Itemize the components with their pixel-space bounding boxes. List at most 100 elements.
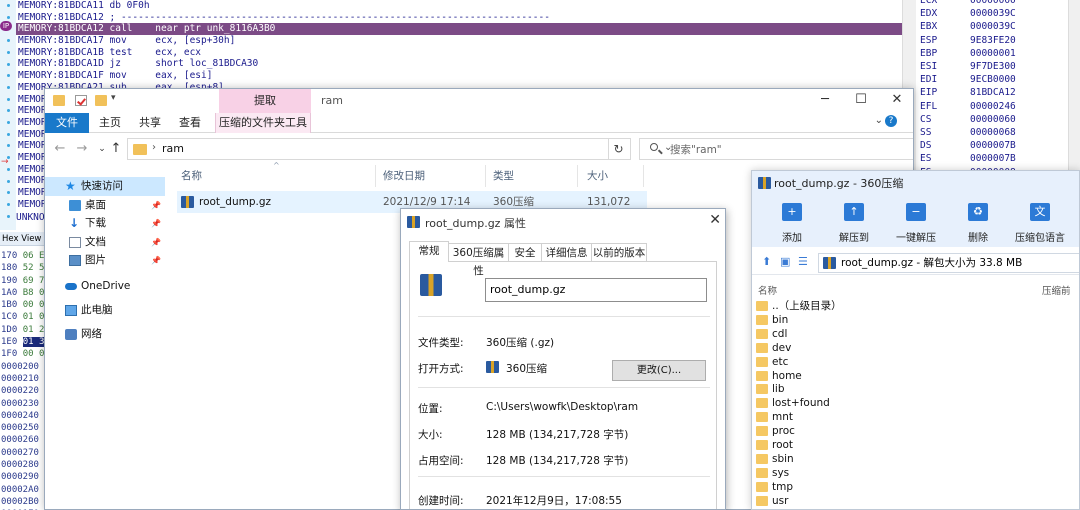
hex-row[interactable]: 1B0 00 0 <box>0 299 44 311</box>
up-level-icon[interactable]: ⬆ <box>762 255 771 268</box>
up-button[interactable]: ↑ <box>109 141 123 157</box>
hex-row[interactable]: 0000210 <box>0 373 44 385</box>
maximize-button[interactable]: ☐ <box>845 89 877 113</box>
asm-line[interactable]: MEMORY:81BDCA11 db 0F0h <box>16 0 902 12</box>
hex-row[interactable]: 0000250 <box>0 422 44 434</box>
dialog-close-button[interactable]: ✕ <box>709 212 721 228</box>
hex-row[interactable]: 0000280 <box>0 459 44 471</box>
asm-line[interactable]: MEMORY:81BDCA17 mov ecx, [esp+30h] <box>16 35 902 47</box>
register-row[interactable]: SS 00000068 <box>916 127 1066 140</box>
hex-row[interactable]: 190 69 7 <box>0 275 44 287</box>
column-modified[interactable]: 修改日期 <box>383 165 425 187</box>
nav-item[interactable]: ★ 快速访问 <box>45 177 165 196</box>
back-button[interactable]: ← <box>53 141 67 157</box>
zip-column-name[interactable]: 名称 <box>758 283 777 297</box>
hex-row[interactable]: 0000230 <box>0 398 44 410</box>
list-view-icon[interactable]: ☰ <box>798 255 808 268</box>
hex-row[interactable]: 1E0 01 3 <box>0 336 44 348</box>
hex-row[interactable]: 0000240 <box>0 410 44 422</box>
column-size[interactable]: 大小 <box>587 165 608 187</box>
tab-home[interactable]: 主页 <box>93 113 127 133</box>
column-type[interactable]: 类型 <box>493 165 514 187</box>
recent-dropdown-icon[interactable]: ⌄ <box>95 141 109 157</box>
register-row[interactable]: EIP 81BDCA12 <box>916 87 1066 100</box>
registers-panel[interactable]: ECX 00000000 EDX 0000039C EBX 0000039C ESP 9E83… <box>916 0 1080 180</box>
tab-previous-versions[interactable]: 以前的版本 <box>591 243 647 261</box>
nav-item[interactable]: 网络 <box>45 325 165 344</box>
zip-tool-button[interactable]: ♻ 删除 <box>948 201 1008 245</box>
column-divider[interactable] <box>643 165 644 187</box>
asm-line[interactable]: MEMORY:81BDCA1F mov eax, [esi] <box>16 70 902 82</box>
zip-tool-button[interactable]: 文压缩包语言 <box>1010 201 1070 245</box>
register-row[interactable]: EDX 0000039C <box>916 8 1066 21</box>
hex-row[interactable]: 0000270 <box>0 447 44 459</box>
nav-item[interactable]: 桌面 📌 <box>45 196 165 215</box>
column-name[interactable]: 名称 <box>181 165 202 187</box>
address-box[interactable]: › ram ⌄ <box>127 138 672 160</box>
hex-row[interactable]: 0000220 <box>0 385 44 397</box>
hex-row[interactable]: 180 52 5 <box>0 262 44 274</box>
tab-security[interactable]: 安全 <box>508 243 542 261</box>
tab-360-properties[interactable]: 360压缩属性 <box>448 243 509 277</box>
column-divider[interactable] <box>577 165 578 187</box>
hex-row[interactable]: 1C0 01 0 <box>0 311 44 323</box>
tab-share[interactable]: 共享 <box>133 113 167 133</box>
minimize-button[interactable]: ─ <box>809 89 841 113</box>
nav-item[interactable]: ↓ 下载 📌 <box>45 214 165 233</box>
hex-row[interactable]: 0000290 <box>0 471 44 483</box>
chevron-right-icon[interactable]: › <box>152 142 156 153</box>
register-row[interactable]: DS 0000007B <box>916 140 1066 153</box>
tab-file[interactable]: 文件 <box>45 113 89 133</box>
search-input[interactable]: 搜索"ram" <box>639 138 913 160</box>
hex-row[interactable]: 1D0 01 2 <box>0 324 44 336</box>
nav-item[interactable]: OneDrive <box>45 277 165 296</box>
tab-general[interactable]: 常规 <box>409 241 449 262</box>
hex-row[interactable]: 1F0 00 0 <box>0 348 44 360</box>
extract-context-tab[interactable]: 提取 <box>219 89 311 113</box>
expand-ribbon-icon[interactable]: ⌄ <box>875 115 883 126</box>
zip-path-field[interactable]: root_dump.gz - 解包大小为 33.8 MB <box>818 253 1079 273</box>
view-icon[interactable]: ▣ <box>780 255 790 268</box>
hex-row[interactable]: 0000200 <box>0 361 44 373</box>
zip-tool-button[interactable]: − 一键解压 <box>886 201 946 245</box>
asm-line[interactable]: MEMORY:81BDCA1B test ecx, ecx <box>16 47 902 59</box>
register-row[interactable]: CS 00000060 <box>916 114 1066 127</box>
tab-compressed-folder-tools[interactable]: 压缩的文件夹工具 <box>215 113 311 133</box>
hex-row[interactable]: 00002B0 <box>0 496 44 508</box>
register-row[interactable]: EBP 00000001 <box>916 48 1066 61</box>
nav-item[interactable]: 文档 📌 <box>45 233 165 252</box>
properties-icon[interactable] <box>75 95 87 106</box>
nav-item[interactable]: 图片 📌 <box>45 251 165 270</box>
nav-item[interactable]: 此电脑 <box>45 301 165 320</box>
filename-field[interactable]: root_dump.gz <box>485 278 707 302</box>
hex-row[interactable]: 00002A0 <box>0 484 44 496</box>
quick-access-dropdown-icon[interactable]: ▾ <box>111 93 116 103</box>
address-text[interactable]: ram <box>162 142 184 155</box>
register-row[interactable]: EDI 9ECB0000 <box>916 74 1066 87</box>
asm-line[interactable]: MEMORY:81BDCA1D jz short loc_81BDCA30 <box>16 58 902 70</box>
zip-tool-button[interactable]: ↑ 解压到 <box>824 201 884 245</box>
tab-details[interactable]: 详细信息 <box>541 243 592 261</box>
asm-line[interactable]: MEMORY:81BDCA12 ; ----------------------… <box>16 12 902 24</box>
help-icon[interactable]: ? <box>885 115 897 127</box>
change-button[interactable]: 更改(C)... <box>612 360 706 381</box>
register-row[interactable]: EFL 00000246 <box>916 101 1066 114</box>
register-row[interactable]: ECX 00000000 <box>916 0 1066 8</box>
hex-row[interactable]: 0000260 <box>0 434 44 446</box>
hex-view[interactable]: 170 06 E 180 52 5 190 69 7 1A0 B8 0 1B0 00 0… <box>0 250 44 510</box>
column-divider[interactable] <box>375 165 376 187</box>
register-row[interactable]: ES 0000007B <box>916 153 1066 166</box>
new-folder-icon[interactable] <box>95 95 107 106</box>
forward-button[interactable]: → <box>75 141 89 157</box>
registers-scrollbar[interactable] <box>1068 0 1080 180</box>
column-divider[interactable] <box>485 165 486 187</box>
hex-row[interactable]: 1A0 B8 0 <box>0 287 44 299</box>
tab-view[interactable]: 查看 <box>173 113 207 133</box>
hex-row[interactable]: 170 06 E <box>0 250 44 262</box>
register-row[interactable]: ESP 9E83FE20 <box>916 35 1066 48</box>
close-button[interactable]: ✕ <box>881 89 913 113</box>
hex-view-title[interactable]: Hex View <box>0 232 44 246</box>
register-row[interactable]: ESI 9F7DE300 <box>916 61 1066 74</box>
register-row[interactable]: EBX 0000039C <box>916 21 1066 34</box>
zip-column-size[interactable]: 压缩前 <box>1042 283 1071 297</box>
